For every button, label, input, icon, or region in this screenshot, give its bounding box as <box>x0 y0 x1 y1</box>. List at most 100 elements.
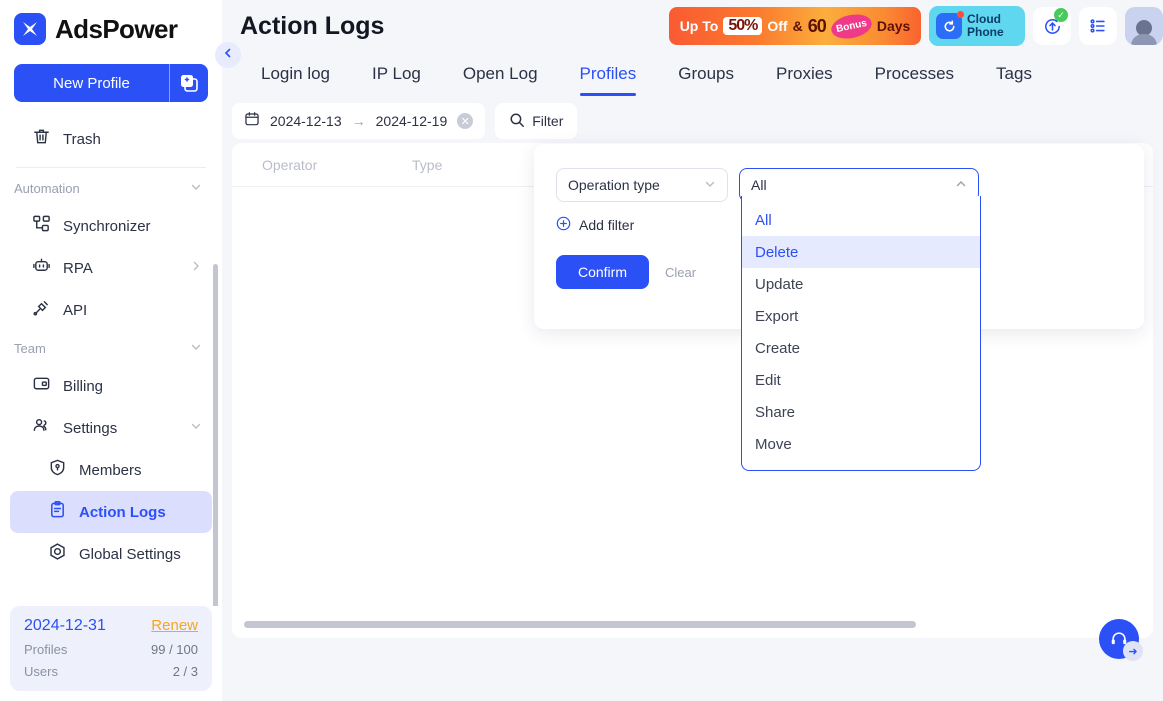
sidebar-item-label: Members <box>79 461 142 479</box>
dropdown-option-update[interactable]: Update <box>742 268 980 300</box>
add-filter-label: Add filter <box>579 217 635 233</box>
plan-row-users: Users 2 / 3 <box>24 664 198 679</box>
promo-amp: & <box>792 18 803 34</box>
filter-bar: 2024-12-13 → 2024-12-19 ✕ Filter <box>222 96 1163 146</box>
promo-up-to: Up To <box>679 18 719 34</box>
promo-off: Off <box>767 18 788 34</box>
global-settings-icon <box>48 542 67 566</box>
tab-login-log[interactable]: Login log <box>240 52 351 96</box>
sidebar-item-settings[interactable]: Settings <box>10 407 212 449</box>
arrow-right-icon[interactable]: ➜ <box>1123 641 1143 661</box>
tab-tags[interactable]: Tags <box>975 52 1053 96</box>
tab-groups[interactable]: Groups <box>657 52 755 96</box>
trash-icon <box>32 127 51 151</box>
sidebar-item-synchronizer[interactable]: Synchronizer <box>10 205 212 247</box>
chevron-down-icon <box>190 341 202 356</box>
promo-days: Days <box>876 18 911 34</box>
new-profile-button[interactable]: New Profile <box>14 64 170 102</box>
action-logs-icon <box>48 500 67 524</box>
date-arrow-icon: → <box>351 113 366 129</box>
sidebar-scrollbar[interactable] <box>213 264 218 606</box>
clear-circle-icon[interactable]: ✕ <box>457 113 474 129</box>
dropdown-option-share[interactable]: Share <box>742 396 980 428</box>
sidebar-item-label: RPA <box>63 259 93 277</box>
api-icon <box>32 298 51 322</box>
promo-bonus: Bonus <box>828 10 874 42</box>
chevron-left-icon <box>222 46 234 64</box>
chevron-down-icon <box>190 181 202 196</box>
adspower-logo-icon <box>14 13 46 45</box>
main-area: Action Logs Up To 50% Off & 60 Bonus Day… <box>222 0 1163 701</box>
topbar-right: Up To 50% Off & 60 Bonus Days Cloud Phon… <box>669 6 1163 46</box>
plan-value: 2 / 3 <box>172 664 198 679</box>
team-settings-icon <box>32 416 51 440</box>
cloud-phone-button[interactable]: Cloud Phone <box>929 6 1025 46</box>
search-icon <box>509 112 525 131</box>
sidebar-item-label: Settings <box>63 419 118 437</box>
sidebar-group-label: Automation <box>14 180 80 196</box>
tab-bar: Login log IP Log Open Log Profiles Group… <box>222 52 1163 96</box>
task-list-icon[interactable] <box>1079 7 1117 45</box>
new-profile-group: New Profile <box>0 58 222 116</box>
sidebar-group-team[interactable]: Team <box>0 331 222 365</box>
sidebar-item-members[interactable]: Members <box>10 449 212 491</box>
plan-row-profiles: Profiles 99 / 100 <box>24 642 198 657</box>
filter-row: Operation type All <box>534 144 1144 202</box>
sidebar-divider <box>16 167 206 168</box>
tab-processes[interactable]: Processes <box>854 52 975 96</box>
tab-open-log[interactable]: Open Log <box>442 52 559 96</box>
operation-value-label: All <box>751 177 767 193</box>
table-horizontal-scrollbar[interactable] <box>244 621 1141 628</box>
column-header-operator: Operator <box>262 156 318 173</box>
sidebar-item-api[interactable]: API <box>10 289 212 331</box>
operation-type-label: Operation type <box>568 177 660 193</box>
cloud-phone-label: Cloud Phone <box>967 13 1004 39</box>
sidebar-item-action-logs[interactable]: Action Logs <box>10 491 212 533</box>
sidebar-collapse-button[interactable] <box>215 42 241 68</box>
update-icon[interactable]: ✓ <box>1033 7 1071 45</box>
plan-card: 2024-12-31 Renew Profiles 99 / 100 Users… <box>10 606 212 691</box>
dropdown-option-create[interactable]: Create <box>742 332 980 364</box>
dropdown-option-all[interactable]: All <box>742 204 980 236</box>
dropdown-option-export[interactable]: Export <box>742 300 980 332</box>
date-start: 2024-12-13 <box>270 113 342 129</box>
renew-link[interactable]: Renew <box>151 617 198 634</box>
operation-type-dropdown: All Delete Update Export Create Edit Sha… <box>741 196 981 471</box>
sidebar-nav: Trash Automation Synchronizer RPA API Te… <box>0 116 222 606</box>
tab-ip-log[interactable]: IP Log <box>351 52 442 96</box>
chevron-down-icon <box>704 177 716 193</box>
date-range-picker[interactable]: 2024-12-13 → 2024-12-19 ✕ <box>232 103 486 139</box>
tab-profiles[interactable]: Profiles <box>559 52 658 96</box>
sidebar-item-label: Global Settings <box>79 545 181 563</box>
dropdown-option-delete[interactable]: Delete <box>742 236 980 268</box>
plan-value: 99 / 100 <box>151 642 198 657</box>
clear-button[interactable]: Clear <box>665 265 696 280</box>
confirm-button[interactable]: Confirm <box>556 255 649 289</box>
plan-expiry-date: 2024-12-31 <box>24 617 106 634</box>
add-filter-button[interactable]: Add filter <box>534 202 654 234</box>
sidebar: AdsPower New Profile Trash Automation Sy… <box>0 0 222 701</box>
promo-banner[interactable]: Up To 50% Off & 60 Bonus Days <box>669 7 921 45</box>
sidebar-item-label: Synchronizer <box>63 217 151 235</box>
sidebar-item-global-settings[interactable]: Global Settings <box>10 533 212 575</box>
sidebar-item-billing[interactable]: Billing <box>10 365 212 407</box>
sidebar-group-automation[interactable]: Automation <box>0 171 222 205</box>
sidebar-item-label: Billing <box>63 377 104 395</box>
page-title: Action Logs <box>240 11 385 40</box>
dropdown-option-move[interactable]: Move <box>742 428 980 460</box>
cloud-phone-line2: Phone <box>967 25 1004 39</box>
operation-type-select[interactable]: Operation type <box>556 168 728 202</box>
tab-proxies[interactable]: Proxies <box>755 52 854 96</box>
sidebar-item-trash[interactable]: Trash <box>10 118 212 160</box>
sidebar-item-rpa[interactable]: RPA <box>10 247 212 289</box>
filter-button[interactable]: Filter <box>495 103 578 139</box>
avatar[interactable] <box>1125 7 1163 45</box>
chevron-down-icon <box>190 419 202 437</box>
sidebar-item-label: Action Logs <box>79 503 166 521</box>
support-button[interactable]: ➜ <box>1099 619 1143 663</box>
filter-button-label: Filter <box>532 113 564 129</box>
dropdown-option-edit[interactable]: Edit <box>742 364 980 396</box>
add-profile-icon[interactable] <box>170 64 208 102</box>
plan-key: Profiles <box>24 642 68 657</box>
scrollbar-thumb[interactable] <box>244 621 916 628</box>
